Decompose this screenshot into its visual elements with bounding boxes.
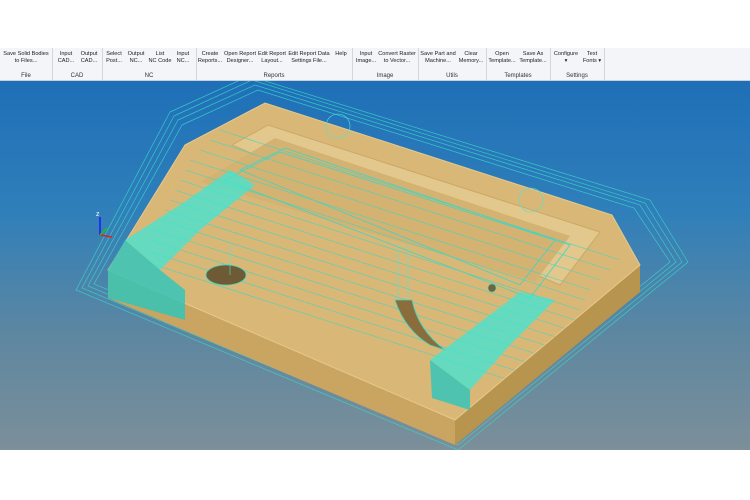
hole-right bbox=[487, 283, 497, 293]
help-button[interactable]: Help bbox=[332, 51, 350, 58]
save-as-template-button[interactable]: Save As Template... bbox=[517, 51, 549, 65]
input-cad-button[interactable]: Input CAD... bbox=[55, 51, 77, 65]
input-nc-button[interactable]: Input NC... bbox=[173, 51, 193, 65]
3d-viewport[interactable]: z bbox=[0, 81, 750, 450]
configure-dropdown[interactable]: Configure ▾ bbox=[551, 51, 581, 65]
input-image-button[interactable]: Input Image... bbox=[354, 51, 378, 65]
group-caption-utils: Utils bbox=[446, 73, 458, 79]
ribbon-group-settings: Configure ▾ Text Fonts ▾ Settings bbox=[550, 48, 605, 80]
output-nc-button[interactable]: Output NC... bbox=[125, 51, 147, 65]
edit-report-data-button[interactable]: Edit Report Data Settings File... bbox=[287, 51, 331, 65]
ribbon-group-file: Save Solid Bodies to Files... File bbox=[0, 48, 53, 80]
page-bottom-margin bbox=[0, 450, 750, 500]
open-template-button[interactable]: Open Template... bbox=[488, 51, 516, 65]
create-reports-button[interactable]: Create Reports... bbox=[197, 51, 223, 65]
ribbon-group-reports: Create Reports... Open Report Designer..… bbox=[196, 48, 353, 80]
ribbon-group-utils: Save Part and Machine... Clear Memory...… bbox=[418, 48, 487, 80]
output-cad-button[interactable]: Output CAD... bbox=[77, 51, 101, 65]
text-fonts-dropdown[interactable]: Text Fonts ▾ bbox=[582, 51, 602, 65]
group-caption-cad: CAD bbox=[70, 73, 84, 79]
group-caption-templates: Templates bbox=[504, 73, 532, 79]
group-caption-nc: NC bbox=[144, 73, 154, 79]
list-nc-code-button[interactable]: List NC Code bbox=[148, 51, 172, 65]
group-caption-file: File bbox=[21, 73, 31, 79]
ribbon-toolbar: Save Solid Bodies to Files... File Input… bbox=[0, 48, 750, 81]
cam-window: Save Solid Bodies to Files... File Input… bbox=[0, 0, 750, 500]
save-part-machine-button[interactable]: Save Part and Machine... bbox=[419, 51, 457, 65]
ribbon-group-nc: Select Post... Output NC... List NC Code… bbox=[102, 48, 197, 80]
part-render: z bbox=[75, 81, 689, 450]
edit-report-layout-button[interactable]: Edit Report Layout... bbox=[257, 51, 287, 65]
convert-raster-button[interactable]: Convert Raster to Vector... bbox=[378, 51, 416, 65]
save-solid-bodies-button[interactable]: Save Solid Bodies to Files... bbox=[2, 51, 50, 65]
ribbon-group-templates: Open Template... Save As Template... Tem… bbox=[486, 48, 551, 80]
axis-triad: z bbox=[96, 211, 113, 238]
ribbon-group-image: Input Image... Convert Raster to Vector.… bbox=[352, 48, 419, 80]
group-caption-image: Image bbox=[376, 73, 394, 79]
group-caption-settings: Settings bbox=[566, 73, 588, 79]
open-report-designer-button[interactable]: Open Report Designer... bbox=[223, 51, 257, 65]
ribbon-group-cad: Input CAD... Output CAD... CAD bbox=[52, 48, 103, 80]
select-post-button[interactable]: Select Post... bbox=[104, 51, 124, 65]
hole-left bbox=[205, 264, 247, 286]
axis-label-z: z bbox=[96, 211, 100, 218]
clear-memory-button[interactable]: Clear Memory... bbox=[458, 51, 484, 65]
group-caption-reports: Reports bbox=[263, 73, 285, 79]
